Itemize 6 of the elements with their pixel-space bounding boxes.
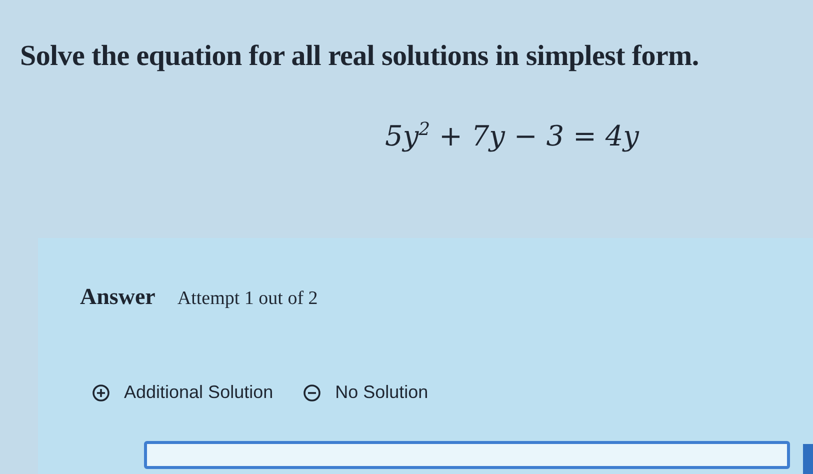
answer-heading: Answer [80,284,156,310]
additional-solution-button[interactable]: Additional Solution [92,382,274,403]
question-prompt: Solve the equation for all real solutions in simplest form. [20,40,699,73]
attempt-counter: Attempt 1 out of 2 [177,288,318,310]
no-solution-button[interactable]: No Solution [303,382,428,403]
equation: 5y$^{2}$ + 7y − 3 = 4y [385,119,639,152]
